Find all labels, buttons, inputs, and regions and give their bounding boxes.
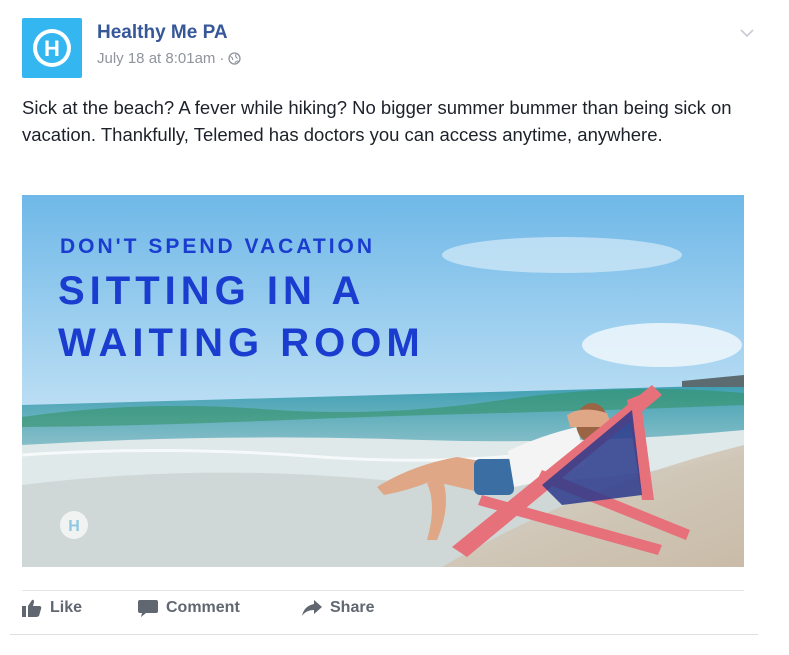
comment-label: Comment: [166, 599, 240, 616]
share-arrow-icon: [302, 600, 322, 616]
facebook-post-card: H Healthy Me PA July 18 at 8:01am · Sick…: [0, 0, 789, 655]
page-name-link[interactable]: Healthy Me PA: [97, 22, 228, 44]
card-bottom-divider: [10, 634, 758, 635]
globe-icon: [228, 52, 242, 65]
like-label: Like: [50, 599, 83, 616]
post-timestamp[interactable]: July 18 at 8:01am: [97, 50, 215, 67]
headline-small: DON'T SPEND VACATION: [60, 235, 376, 258]
comment-icon: [138, 600, 158, 617]
post-image[interactable]: H DON'T SPEND VACATION SITTING IN A WAIT…: [22, 195, 744, 567]
post-header: H Healthy Me PA July 18 at 8:01am ·: [22, 18, 762, 82]
headline-big: SITTING IN A WAITING ROOM: [58, 265, 618, 369]
watermark-letter: H: [68, 518, 80, 535]
svg-text:H: H: [44, 36, 60, 61]
share-button[interactable]: Share: [302, 599, 374, 617]
thumbs-up-icon: [22, 599, 42, 617]
headline-line-1: SITTING IN A: [58, 269, 366, 313]
post-body-text: Sick at the beach? A fever while hiking?…: [22, 97, 732, 145]
like-button[interactable]: Like: [22, 599, 82, 617]
chevron-down-icon[interactable]: [738, 26, 756, 40]
headline-line-2: WAITING ROOM: [58, 321, 425, 365]
post-actions-bar: Like Comment Share: [22, 590, 744, 635]
meta-separator: ·: [219, 50, 225, 67]
post-meta: July 18 at 8:01am ·: [97, 50, 242, 67]
share-label: Share: [330, 599, 375, 616]
healthy-me-logo-icon: H: [33, 29, 71, 67]
comment-button[interactable]: Comment: [138, 599, 240, 617]
page-avatar[interactable]: H: [22, 18, 82, 78]
